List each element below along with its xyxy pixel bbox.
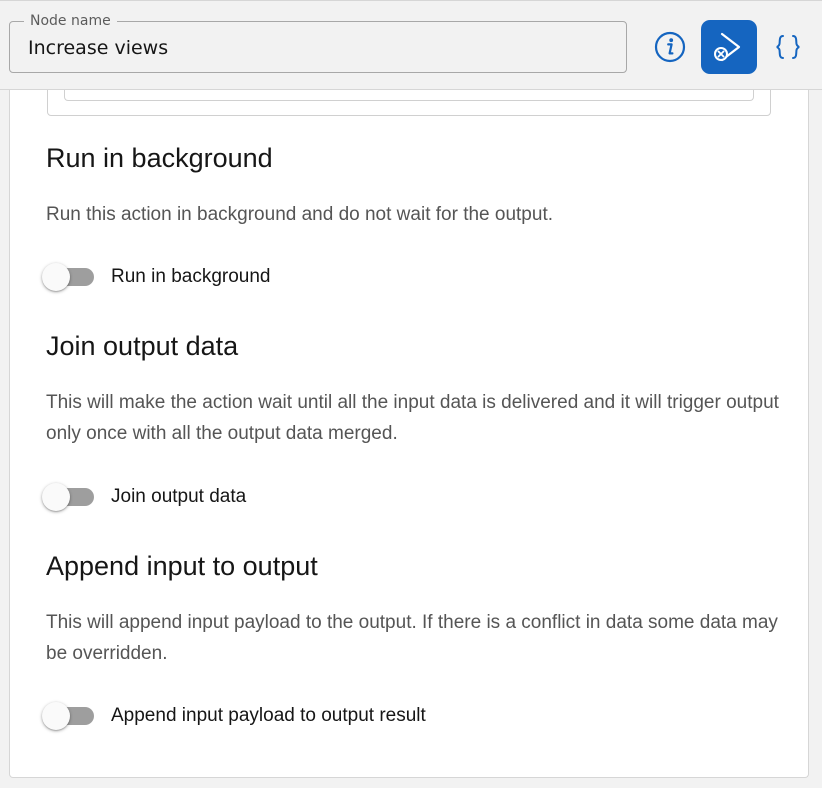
node-name-field[interactable]: Node name Increase views [9,12,627,73]
info-button[interactable] [651,28,689,66]
section-description: This will make the action wait until all… [46,392,779,444]
join-output-data-toggle[interactable] [42,483,94,511]
toggle-label: Run in background [111,266,271,287]
node-name-input[interactable]: Increase views [28,36,168,60]
toggle-thumb [42,263,70,291]
run-flow-icon [714,32,741,62]
settings-panel: Run in background Run this action in bac… [9,90,809,778]
json-editor-button[interactable] [770,28,806,66]
join-output-data-toggle-row[interactable]: Join output data [42,483,246,511]
section-title: Append input to output [46,551,318,581]
append-input-section: Append input to output This will append … [46,550,786,669]
append-input-toggle[interactable] [42,702,94,730]
toggle-label: Join output data [111,486,247,507]
toggle-label: Append input payload to output result [111,705,426,726]
toggle-thumb [42,483,70,511]
append-input-toggle-row[interactable]: Append input payload to output result [42,702,426,730]
run-in-background-section: Run in background Run this action in bac… [46,142,786,230]
json-braces-icon [776,35,800,59]
run-in-background-toggle[interactable] [42,263,94,291]
section-description: This will append input payload to the ou… [46,612,778,664]
node-header: Node name Increase views [0,0,822,90]
run-flow-button[interactable] [701,20,757,74]
section-description: Run this action in background and do not… [46,204,553,225]
previous-field-box [47,90,771,116]
join-output-data-section: Join output data This will make the acti… [46,330,786,449]
info-icon [654,31,686,63]
run-in-background-toggle-row[interactable]: Run in background [42,263,271,291]
toggle-thumb [42,702,70,730]
section-title: Join output data [46,331,239,361]
section-title: Run in background [46,143,273,173]
node-name-label: Node name [24,12,117,30]
previous-field-input [64,90,754,101]
